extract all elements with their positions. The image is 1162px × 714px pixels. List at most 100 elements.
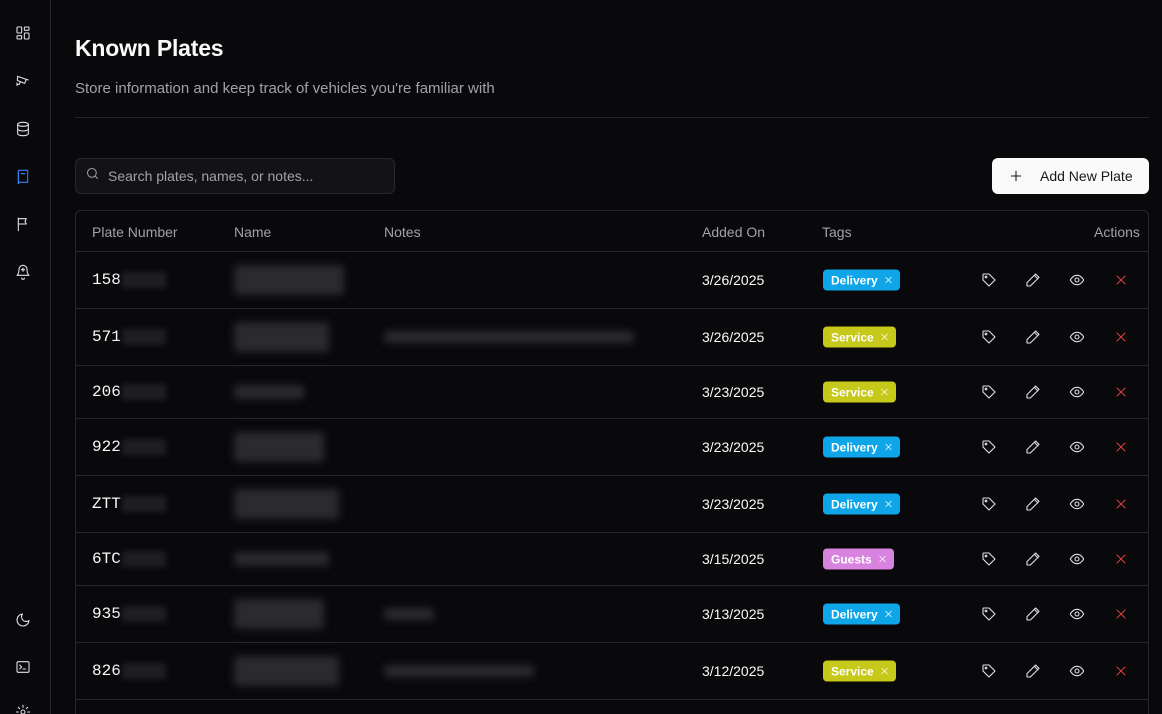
redacted-notes — [384, 608, 434, 620]
tag-icon[interactable] — [980, 605, 998, 623]
delete-x-icon[interactable] — [1112, 662, 1130, 680]
view-eye-icon[interactable] — [1068, 438, 1086, 456]
delete-x-icon[interactable] — [1112, 383, 1130, 401]
edit-pencil-icon[interactable] — [1024, 495, 1042, 513]
redacted-name — [234, 599, 324, 629]
column-header-added-on: Added On — [702, 224, 766, 240]
redacted-plate — [121, 605, 166, 622]
edit-pencil-icon[interactable] — [1024, 605, 1042, 623]
search-input[interactable] — [108, 168, 378, 184]
add-new-plate-label: Add New Plate — [1040, 168, 1133, 184]
added-on-date: 3/13/2025 — [702, 606, 765, 622]
remove-tag-icon[interactable] — [877, 554, 888, 565]
flag-icon[interactable] — [11, 212, 35, 236]
settings-icon[interactable] — [11, 700, 35, 714]
plate-number: 922 — [92, 438, 166, 456]
main-content: Known Plates Store information and keep … — [51, 0, 1162, 714]
added-on-date: 3/23/2025 — [702, 384, 765, 400]
redacted-plate — [121, 438, 166, 455]
add-new-plate-button[interactable]: Add New Plate — [992, 158, 1149, 194]
edit-pencil-icon[interactable] — [1024, 662, 1042, 680]
tag-badge: Delivery — [823, 269, 900, 291]
delete-x-icon[interactable] — [1112, 271, 1130, 289]
redacted-name — [234, 656, 339, 686]
table-row: 571 3/26/2025 Service — [76, 309, 1148, 366]
table-header: Plate Number Name Notes Added On Tags Ac… — [76, 211, 1148, 252]
redacted-name — [234, 322, 329, 352]
table-row: ZTT 3/23/2025 Delivery — [76, 476, 1148, 533]
table-row: 922 3/23/2025 Delivery — [76, 419, 1148, 476]
view-eye-icon[interactable] — [1068, 605, 1086, 623]
delete-x-icon[interactable] — [1112, 495, 1130, 513]
moon-icon[interactable] — [11, 608, 35, 632]
added-on-date: 3/23/2025 — [702, 496, 765, 512]
remove-tag-icon[interactable] — [879, 332, 890, 343]
tag-icon[interactable] — [980, 271, 998, 289]
column-header-notes: Notes — [384, 224, 421, 240]
added-on-date: 3/26/2025 — [702, 329, 765, 345]
edit-pencil-icon[interactable] — [1024, 271, 1042, 289]
redacted-name — [234, 552, 329, 566]
view-eye-icon[interactable] — [1068, 383, 1086, 401]
delete-x-icon[interactable] — [1112, 550, 1130, 568]
edit-pencil-icon[interactable] — [1024, 383, 1042, 401]
tag-icon[interactable] — [980, 328, 998, 346]
remove-tag-icon[interactable] — [883, 499, 894, 510]
tag-label: Service — [831, 385, 874, 399]
view-eye-icon[interactable] — [1068, 328, 1086, 346]
plus-icon — [1008, 168, 1024, 184]
dashboard-grid-icon[interactable] — [11, 21, 35, 45]
remove-tag-icon[interactable] — [883, 609, 894, 620]
view-eye-icon[interactable] — [1068, 550, 1086, 568]
tag-label: Delivery — [831, 440, 878, 454]
tag-badge: Service — [823, 381, 896, 403]
tag-badge: Delivery — [823, 603, 900, 625]
view-eye-icon[interactable] — [1068, 271, 1086, 289]
redacted-plate — [121, 550, 166, 567]
edit-pencil-icon[interactable] — [1024, 550, 1042, 568]
redacted-name — [234, 489, 339, 519]
tag-icon[interactable] — [980, 662, 998, 680]
search-icon — [85, 166, 100, 186]
book-icon[interactable] — [11, 165, 35, 189]
database-icon[interactable] — [11, 117, 35, 141]
remove-tag-icon[interactable] — [883, 442, 894, 453]
column-header-tags: Tags — [822, 224, 852, 240]
tag-label: Service — [831, 330, 874, 344]
terminal-icon[interactable] — [11, 655, 35, 679]
delete-x-icon[interactable] — [1112, 438, 1130, 456]
bell-plus-icon[interactable] — [11, 260, 35, 284]
tag-icon[interactable] — [980, 383, 998, 401]
column-header-name: Name — [234, 224, 272, 240]
remove-tag-icon[interactable] — [883, 275, 894, 286]
redacted-plate — [121, 662, 166, 679]
tag-icon[interactable] — [980, 438, 998, 456]
redacted-plate — [121, 495, 166, 512]
edit-pencil-icon[interactable] — [1024, 438, 1042, 456]
added-on-date: 3/23/2025 — [702, 439, 765, 455]
view-eye-icon[interactable] — [1068, 495, 1086, 513]
delete-x-icon[interactable] — [1112, 605, 1130, 623]
added-on-date: 3/26/2025 — [702, 272, 765, 288]
table-row: 6TC 3/15/2025 Guests — [76, 533, 1148, 586]
plate-number: 158 — [92, 271, 166, 289]
redacted-notes — [384, 665, 534, 677]
camera-icon[interactable] — [11, 69, 35, 93]
tag-icon[interactable] — [980, 495, 998, 513]
remove-tag-icon[interactable] — [879, 666, 890, 677]
table-row: 935 3/13/2025 Delivery — [76, 586, 1148, 643]
view-eye-icon[interactable] — [1068, 662, 1086, 680]
tag-badge: Service — [823, 326, 896, 348]
redacted-notes — [384, 331, 634, 343]
table-row: 206 3/23/2025 Service — [76, 366, 1148, 419]
remove-tag-icon[interactable] — [879, 387, 890, 398]
tag-icon[interactable] — [980, 550, 998, 568]
redacted-name — [234, 432, 324, 462]
search-box[interactable] — [75, 158, 395, 194]
tag-label: Delivery — [831, 273, 878, 287]
delete-x-icon[interactable] — [1112, 328, 1130, 346]
tag-label: Delivery — [831, 607, 878, 621]
tag-badge: Guests — [823, 548, 894, 570]
sidebar — [0, 0, 51, 714]
edit-pencil-icon[interactable] — [1024, 328, 1042, 346]
